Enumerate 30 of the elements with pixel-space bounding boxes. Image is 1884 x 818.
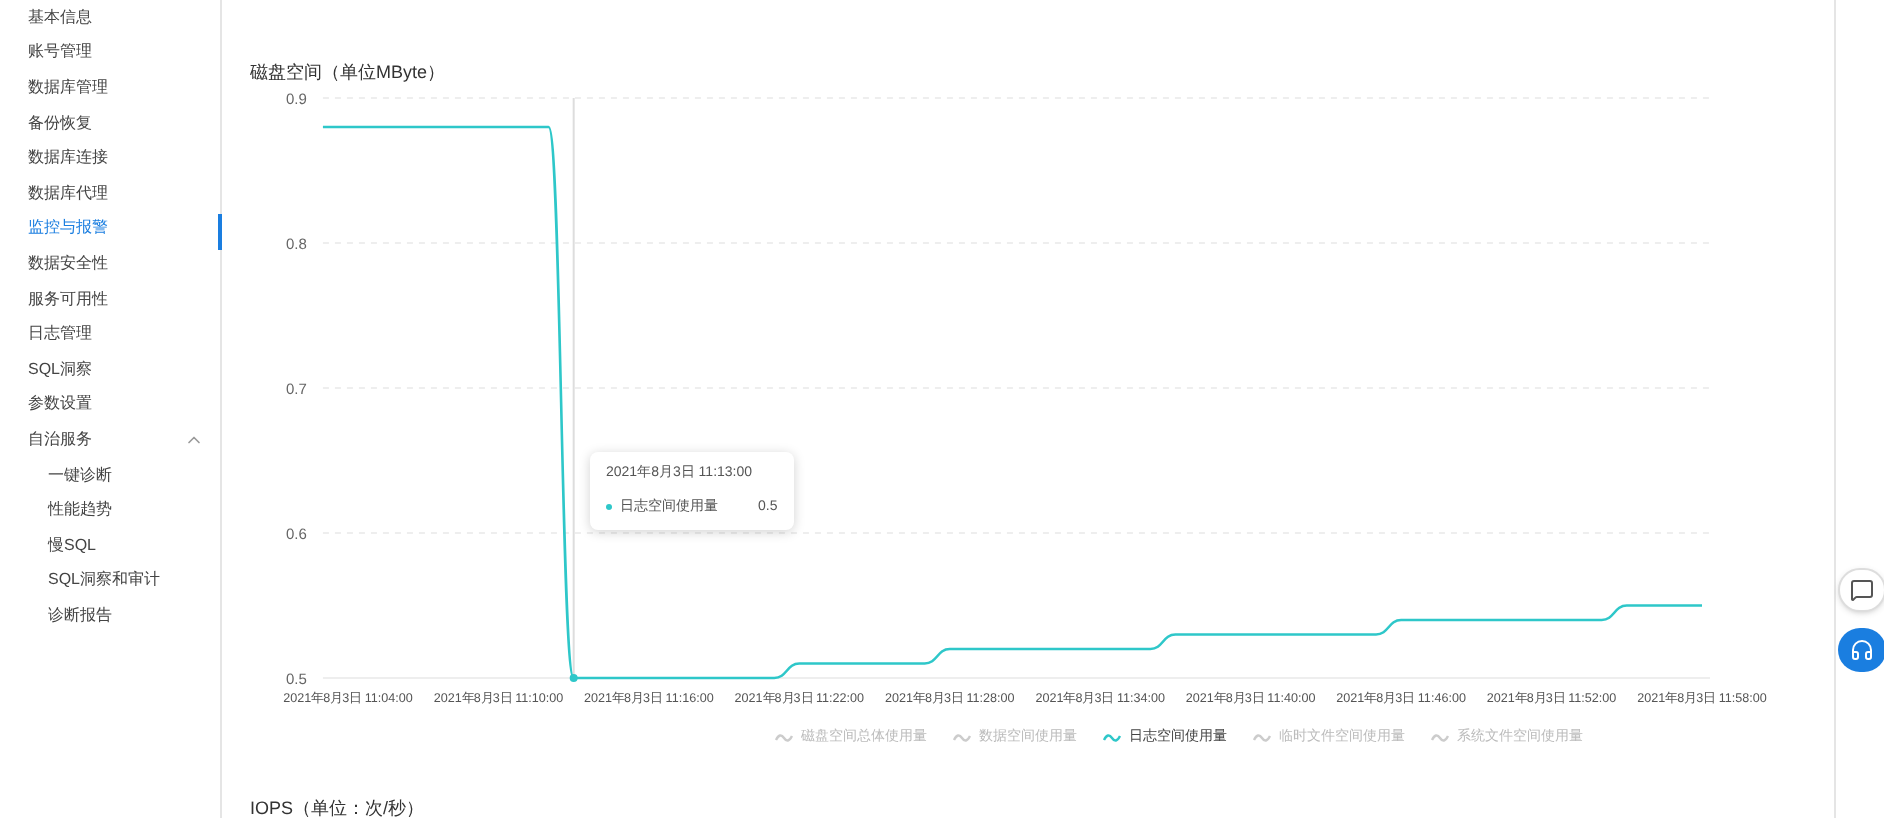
sidebar-item[interactable]: SQL洞察和审计	[48, 568, 161, 593]
sidebar-item[interactable]: 一键诊断	[48, 463, 112, 488]
sidebar-item[interactable]: 诊断报告	[48, 603, 112, 628]
sidebar-item[interactable]: 自治服务	[28, 427, 92, 452]
sidebar-item[interactable]: 数据库管理	[28, 75, 108, 100]
sidebar-item[interactable]: SQL洞察	[28, 357, 93, 382]
sidebar-item[interactable]: 服务可用性	[28, 287, 108, 312]
sidebar-item[interactable]: 慢SQL	[48, 533, 97, 558]
sidebar-item[interactable]: 性能趋势	[48, 498, 112, 523]
wave-icon	[1429, 732, 1449, 745]
sidebar-item[interactable]: 监控与报警	[28, 216, 108, 241]
sidebar-item[interactable]: 日志管理	[28, 322, 92, 347]
wave-icon	[773, 732, 793, 745]
sidebar-item[interactable]: 参数设置	[28, 392, 92, 417]
wave-icon	[1101, 732, 1121, 745]
message-icon	[1850, 578, 1874, 602]
sidebar-item[interactable]: 数据库代理	[28, 181, 108, 206]
sidebar-item[interactable]: 数据安全性	[28, 251, 108, 276]
data-point	[569, 674, 578, 682]
feedback-button[interactable]	[1838, 568, 1884, 612]
support-button[interactable]	[1838, 628, 1884, 672]
sidebar-item[interactable]: 基本信息	[28, 5, 92, 30]
wave-icon	[951, 732, 971, 745]
sidebar-item[interactable]: 数据库连接	[28, 146, 108, 171]
wave-icon	[1251, 732, 1271, 745]
sidebar-item[interactable]: 备份恢复	[28, 111, 92, 136]
panel-title: 磁盘空间（单位MByte）	[250, 62, 446, 82]
panel-title: IOPS（单位：次/秒）	[250, 797, 425, 817]
headset-icon	[1850, 638, 1874, 662]
sidebar-item[interactable]: 账号管理	[28, 40, 92, 65]
